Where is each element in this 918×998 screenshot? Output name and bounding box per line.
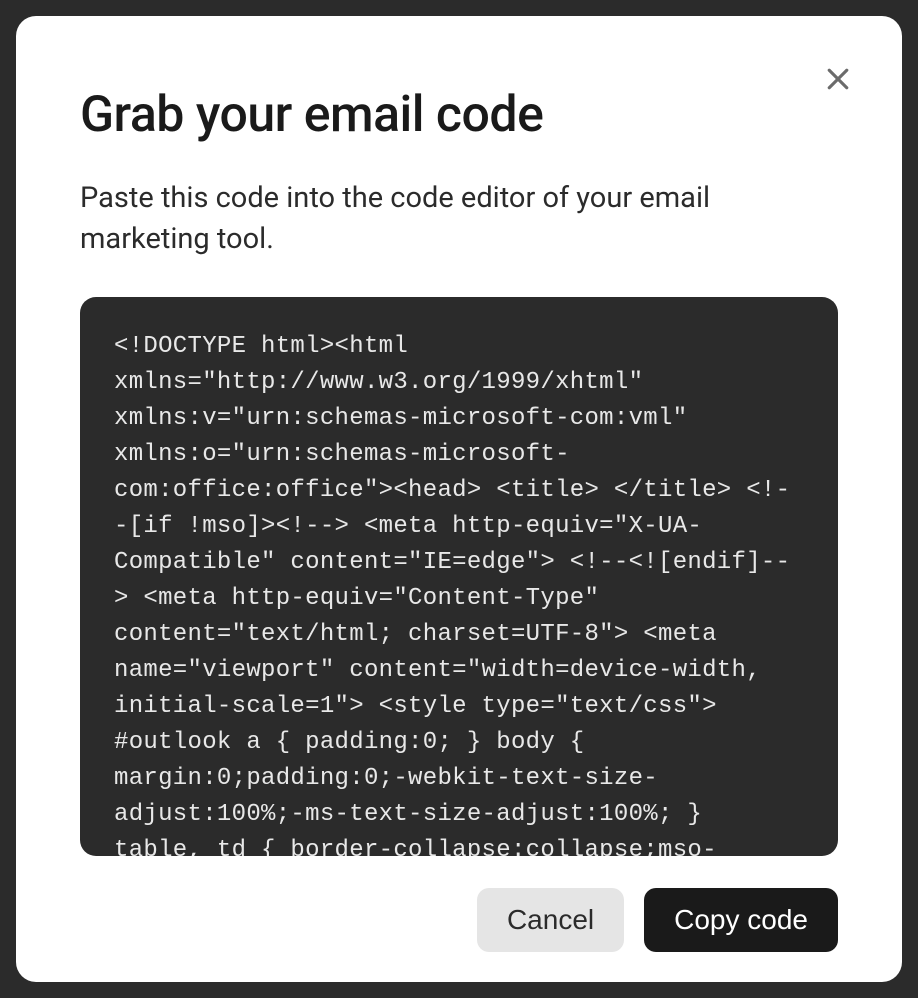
email-code-modal: Grab your email code Paste this code int… [16, 16, 902, 982]
close-icon [823, 64, 853, 97]
modal-subtitle: Paste this code into the code editor of … [80, 178, 838, 259]
footer-buttons: Cancel Copy code [80, 856, 838, 952]
close-button[interactable] [818, 60, 858, 100]
cancel-button[interactable]: Cancel [477, 888, 624, 952]
copy-code-button[interactable]: Copy code [644, 888, 838, 952]
modal-title: Grab your email code [80, 86, 838, 144]
code-block[interactable]: <!DOCTYPE html><html xmlns="http://www.w… [80, 297, 838, 856]
